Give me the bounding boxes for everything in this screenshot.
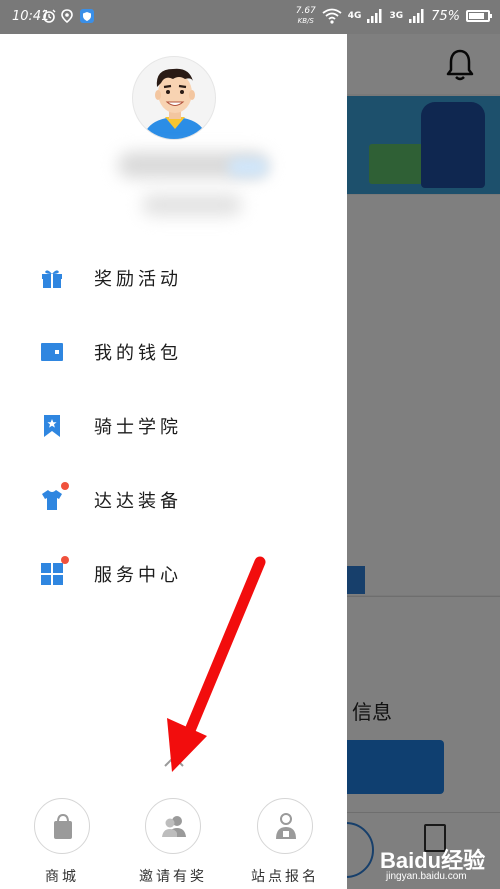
signal-3g-label: 3G — [389, 11, 404, 21]
badge-dot — [61, 482, 69, 490]
bottom-item-station-signup[interactable]: 站点报名 — [245, 798, 325, 886]
net-speed-unit: KB/S — [297, 17, 314, 25]
grid-icon — [41, 563, 63, 585]
signal-4g-label: 4G — [347, 11, 362, 21]
watermark-url: jingyan.baidu.com — [386, 871, 467, 882]
profile-detail-blurred — [142, 194, 242, 216]
status-bar: 10:41 7.67 KB/S 4G 3G 75% — [0, 0, 500, 34]
user-avatar[interactable] — [132, 56, 216, 140]
battery-percent: 75% — [431, 8, 460, 24]
bottom-label: 站点报名 — [251, 869, 319, 885]
profile-info-blurred[interactable] — [108, 144, 278, 234]
battery-icon — [466, 10, 492, 22]
bottom-item-shop[interactable]: 商城 — [22, 798, 102, 886]
lock-user-icon — [276, 813, 296, 839]
chevron-up-icon[interactable] — [163, 754, 185, 768]
bottom-item-invite[interactable]: 邀请有奖 — [133, 798, 213, 886]
shopping-bag-icon — [54, 813, 72, 839]
menu-item-academy[interactable]: 骑士学院 — [0, 398, 347, 454]
baidu-watermark: Baidu经验 jingyan.baidu.com — [380, 843, 500, 889]
bottom-label: 邀请有奖 — [139, 869, 207, 885]
net-speed: 7.67 KB/S — [296, 6, 316, 26]
bottom-circle — [257, 798, 313, 854]
alarm-icon — [42, 9, 56, 23]
status-right: 7.67 KB/S 4G 3G 75% — [296, 6, 492, 26]
side-drawer: 奖励活动 我的钱包 骑士学院 达达装备 服务中心 商城 邀请有奖 站点报名 — [0, 34, 347, 889]
bookmark-star-icon — [44, 415, 60, 437]
menu-label: 骑士学院 — [94, 417, 182, 438]
location-icon — [61, 9, 73, 23]
bottom-label: 商城 — [45, 869, 79, 885]
invite-users-icon — [162, 816, 186, 837]
menu-item-rewards[interactable]: 奖励活动 — [0, 250, 347, 306]
bottom-circle — [34, 798, 90, 854]
net-speed-value: 7.67 — [295, 6, 316, 16]
bottom-circle — [145, 798, 201, 854]
menu-label: 服务中心 — [94, 565, 182, 586]
menu-label: 达达装备 — [94, 491, 182, 512]
menu-item-service-center[interactable]: 服务中心 — [0, 546, 347, 602]
drawer-bottom-bar: 商城 邀请有奖 站点报名 — [0, 792, 347, 889]
menu-label: 奖励活动 — [94, 269, 182, 290]
shirt-icon — [42, 490, 62, 510]
profile-badge-blurred — [228, 158, 268, 176]
gift-icon — [42, 270, 62, 288]
signal-icon — [367, 9, 382, 23]
menu-item-equipment[interactable]: 达达装备 — [0, 472, 347, 528]
badge-dot — [61, 556, 69, 564]
menu-label: 我的钱包 — [94, 343, 182, 364]
wifi-icon — [322, 8, 342, 24]
shield-app-icon — [80, 9, 94, 23]
signal-icon-2 — [409, 9, 424, 23]
wallet-icon — [41, 343, 63, 361]
avatar-illustration — [143, 68, 207, 139]
menu-item-wallet[interactable]: 我的钱包 — [0, 324, 347, 380]
